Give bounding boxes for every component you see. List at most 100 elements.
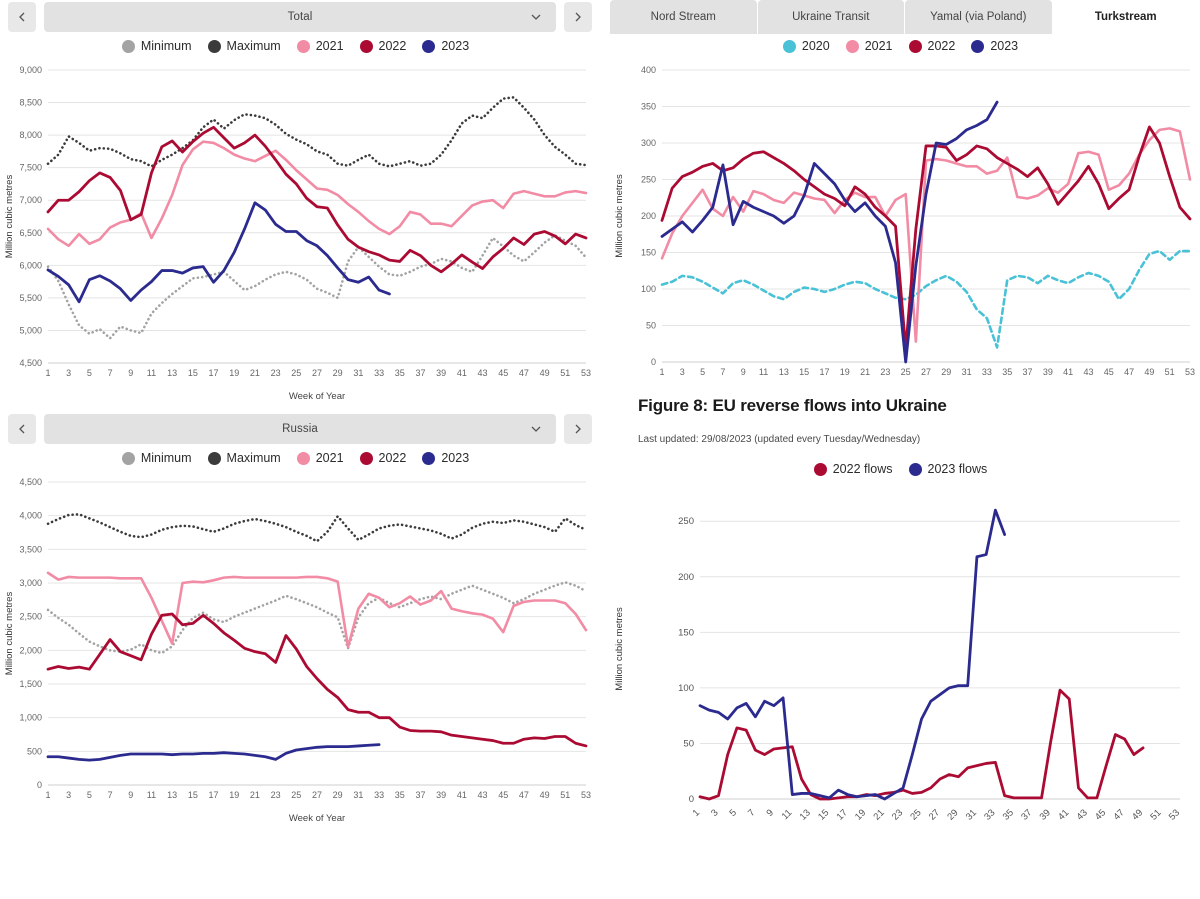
y-tick-label: 0 (651, 357, 656, 367)
russia-next-button[interactable] (564, 414, 592, 444)
russia-chart: 0 500 1,000 1,500 2,000 2,500 3,000 3,500 4,000 4… (0, 470, 600, 825)
total-prev-button[interactable] (8, 2, 36, 32)
legend-item-2023-flows[interactable]: 2023 flows (908, 462, 987, 476)
y-tick-label: 8,500 (19, 98, 42, 108)
legend-item-2023[interactable]: 2023 (422, 39, 469, 53)
chevron-right-icon (575, 12, 581, 22)
legend-item-2021[interactable]: 2021 (296, 39, 344, 53)
legend-item-maximum[interactable]: Maximum (207, 451, 281, 465)
panel-routes: Nord Stream Ukraine Transit Yamal (via Pol… (610, 0, 1200, 392)
tab-yamal-via-poland-[interactable]: Yamal (via Poland) (905, 0, 1052, 34)
total-selector-dropdown[interactable]: Total (44, 2, 556, 32)
x-tick-label: 17 (209, 790, 219, 800)
turkstream-legend: 2020 2021 2022 2023 (610, 34, 1200, 58)
x-tick-label: 15 (188, 368, 198, 378)
tab-turkstream[interactable]: Turkstream (1052, 0, 1199, 34)
x-tick-label: 9 (764, 807, 776, 819)
x-tick-label: 1 (45, 790, 50, 800)
x-tick-label: 37 (415, 368, 425, 378)
x-tick-label: 11 (147, 790, 156, 800)
legend-item-2022[interactable]: 2022 (908, 39, 956, 53)
x-tick-label: 51 (1148, 807, 1163, 822)
x-tick-label: 39 (1038, 807, 1053, 822)
series-line-minimum (46, 581, 588, 655)
legend-swatch-icon (845, 39, 859, 53)
legend-item-minimum[interactable]: Minimum (121, 451, 192, 465)
total-selector-bar: Total (0, 0, 600, 34)
y-tick-label: 5,000 (19, 325, 42, 335)
legend-label: 2022 (378, 451, 407, 465)
x-tick-label: 43 (1075, 807, 1090, 822)
y-tick-label: 200 (641, 211, 656, 221)
total-next-button[interactable] (564, 2, 592, 32)
x-tick-label: 43 (1083, 367, 1093, 377)
legend-item-2022-flows[interactable]: 2022 flows (813, 462, 893, 476)
x-tick-label: 3 (66, 790, 71, 800)
x-tick-label: 41 (1063, 367, 1073, 377)
legend-item-2021[interactable]: 2021 (296, 451, 344, 465)
series-line-2020 (660, 249, 1192, 349)
x-tick-label: 53 (581, 790, 591, 800)
x-tick-label: 23 (880, 367, 890, 377)
x-tick-label: 31 (962, 367, 972, 377)
x-tick-label: 9 (128, 368, 133, 378)
x-tick-label: 25 (901, 367, 911, 377)
legend-swatch-icon (207, 39, 221, 53)
x-tick-label: 5 (728, 807, 740, 819)
legend-swatch-icon (296, 39, 310, 53)
x-tick-label: 3 (680, 367, 685, 377)
x-tick-label: 11 (147, 368, 156, 378)
tab-ukraine-transit[interactable]: Ukraine Transit (757, 0, 904, 34)
eu-reverse-flows-plot: 0501001502002501 3 5 7 9 11 13 15 17 19 21 23 25 27 29… (614, 508, 1182, 823)
legend-item-2023[interactable]: 2023 (971, 39, 1018, 53)
legend-item-2020[interactable]: 2020 (782, 39, 830, 53)
x-tick-label: 33 (982, 367, 992, 377)
legend-swatch-icon (207, 451, 221, 465)
x-tick-label: 41 (457, 368, 467, 378)
panel-russia: Russia Minimum Maximum 2021 2022 2023 0 500 1,… (0, 412, 600, 832)
x-tick-label: 1 (659, 367, 664, 377)
x-tick-label: 37 (1019, 807, 1034, 822)
russia-selector-dropdown[interactable]: Russia (44, 414, 556, 444)
y-tick-label: 7,000 (19, 195, 42, 205)
x-tick-label: 51 (1165, 367, 1175, 377)
total-legend: Minimum Maximum 2021 2022 2023 (0, 34, 600, 58)
russia-prev-button[interactable] (8, 414, 36, 444)
y-tick-label: 5,500 (19, 293, 42, 303)
x-tick-label: 35 (395, 368, 405, 378)
y-tick-label: 0 (37, 780, 42, 790)
y-tick-label: 350 (641, 102, 656, 112)
y-tick-label: 1,500 (19, 679, 42, 689)
legend-label: 2022 (927, 39, 956, 53)
x-tick-label: 35 (1002, 367, 1012, 377)
x-tick-label: 3 (66, 368, 71, 378)
x-tick-label: 19 (840, 367, 850, 377)
legend-item-2023[interactable]: 2023 (422, 451, 469, 465)
x-tick-label: 7 (746, 807, 758, 819)
x-tick-label: 37 (1023, 367, 1033, 377)
x-tick-label: 51 (560, 368, 570, 378)
legend-swatch-icon (359, 451, 373, 465)
x-tick-label: 25 (291, 368, 301, 378)
chevron-down-icon (530, 8, 542, 26)
legend-item-maximum[interactable]: Maximum (207, 39, 281, 53)
legend-item-minimum[interactable]: Minimum (121, 39, 192, 53)
y-tick-label: 150 (641, 248, 656, 258)
x-tick-label: 45 (498, 790, 508, 800)
y-axis-title: Million cubic metres (614, 174, 625, 258)
legend-label: Maximum (226, 39, 281, 53)
figure8-subtitle: Last updated: 29/08/2023 (updated every … (638, 434, 921, 445)
legend-swatch-icon (908, 39, 922, 53)
total-plot: 4,500 5,000 5,500 6,000 6,500 7,000 7,500 8,000… (4, 65, 591, 402)
y-tick-label: 250 (641, 175, 656, 185)
legend-item-2022[interactable]: 2022 (359, 39, 406, 53)
legend-item-2021[interactable]: 2021 (845, 39, 893, 53)
x-tick-label: 47 (1124, 367, 1134, 377)
legend-label: Minimum (140, 39, 192, 53)
legend-swatch-icon (422, 39, 436, 53)
russia-selector-bar: Russia (0, 412, 600, 446)
x-tick-label: 53 (581, 368, 591, 378)
legend-item-2022[interactable]: 2022 (359, 451, 407, 465)
tab-nord-stream[interactable]: Nord Stream (610, 0, 757, 34)
x-tick-label: 31 (964, 807, 979, 822)
